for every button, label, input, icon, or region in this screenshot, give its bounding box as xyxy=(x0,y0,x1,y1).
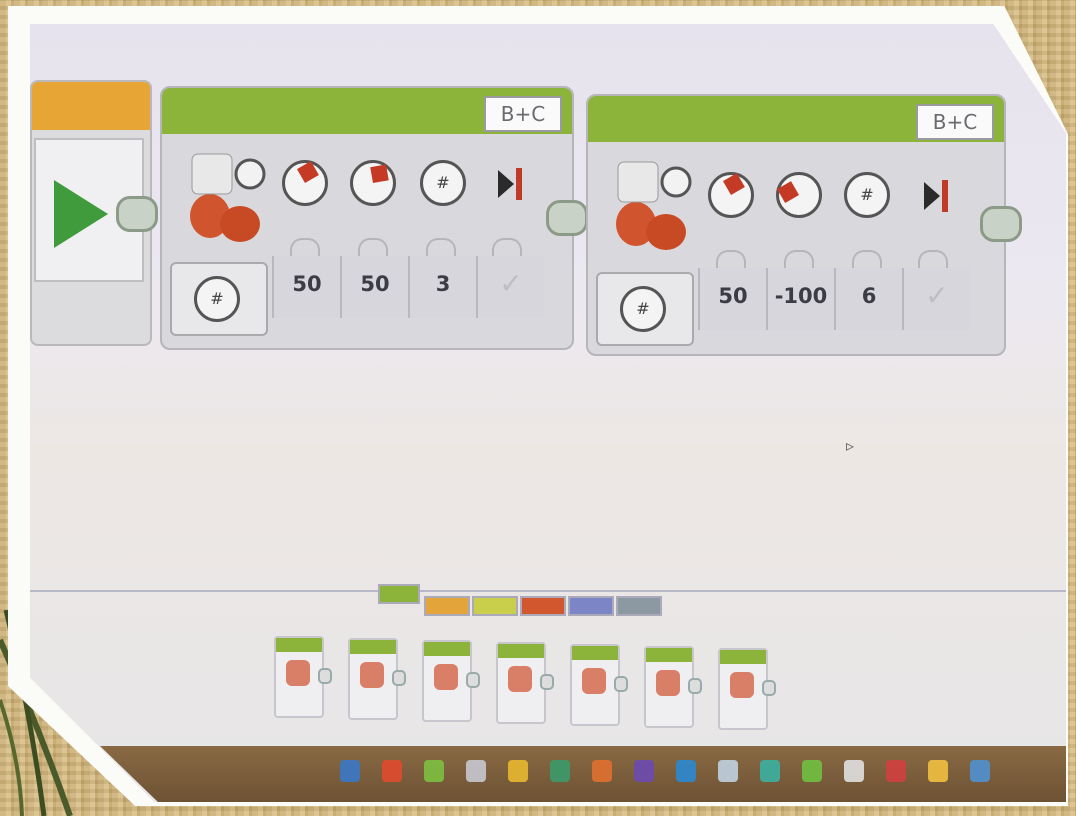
palette-block-move-steering[interactable] xyxy=(422,640,480,722)
taskbar-app-icon[interactable] xyxy=(718,760,738,782)
sequence-plug xyxy=(116,196,158,232)
taskbar-app-icon[interactable] xyxy=(970,760,990,782)
palette-block-brick-status-light[interactable] xyxy=(718,648,776,730)
taskbar-app-icon[interactable] xyxy=(886,760,906,782)
taskbar-app-icon[interactable] xyxy=(340,760,360,782)
palette-block-header xyxy=(646,648,692,662)
taskbar-app-icon[interactable] xyxy=(634,760,654,782)
input-tab xyxy=(716,250,746,268)
taskbar-app-icon[interactable] xyxy=(928,760,948,782)
palette-block-header xyxy=(350,640,396,654)
rotations-icon: # xyxy=(844,172,890,218)
brake-icon xyxy=(492,164,532,204)
palette-block-plug xyxy=(688,678,702,694)
input-tab xyxy=(290,238,320,256)
mouse-cursor-icon: ▹ xyxy=(846,436,855,455)
brick-status-light-icon xyxy=(730,672,754,698)
large-motor-icon xyxy=(190,153,266,242)
palette-block-header xyxy=(276,638,322,652)
palette-block-sound[interactable] xyxy=(644,646,702,728)
palette-tab-3[interactable] xyxy=(472,596,518,616)
palette-tab-6[interactable] xyxy=(616,596,662,616)
port-selector[interactable]: B+C xyxy=(916,104,994,140)
palette-block-plug xyxy=(392,670,406,686)
palette-block-header xyxy=(572,646,618,660)
input-tab xyxy=(358,238,388,256)
taskbar-app-icon[interactable] xyxy=(844,760,864,782)
right-power-input[interactable]: -100 xyxy=(766,268,834,330)
input-tab xyxy=(784,250,814,268)
medium-motor-icon xyxy=(286,660,310,686)
move-tank-block-2[interactable]: B+C # # 50 -100 6 ✓ xyxy=(586,94,1006,356)
large-motor-icon xyxy=(360,662,384,688)
rotations-mode-icon: # xyxy=(194,276,240,322)
palette-block-plug xyxy=(318,668,332,684)
sound-icon xyxy=(656,670,680,696)
palette-block-header xyxy=(720,650,766,664)
palette-tab-2[interactable] xyxy=(424,596,470,616)
taskbar-app-icon[interactable] xyxy=(802,760,822,782)
taskbar-app-icon[interactable] xyxy=(550,760,570,782)
taskbar-app-icon[interactable] xyxy=(508,760,528,782)
palette-block-header xyxy=(424,642,470,656)
port-selector[interactable]: B+C xyxy=(484,96,562,132)
left-power-input[interactable]: 50 xyxy=(272,256,340,318)
palette-divider xyxy=(30,590,1066,592)
windows-taskbar xyxy=(100,746,1066,802)
palette-tab-4[interactable] xyxy=(520,596,566,616)
play-icon[interactable] xyxy=(54,180,108,248)
taskbar-app-icon[interactable] xyxy=(382,760,402,782)
palette-block-move-tank[interactable] xyxy=(496,642,554,724)
input-tab xyxy=(918,250,948,268)
palette-block-header xyxy=(498,644,544,658)
rotations-input[interactable]: 6 xyxy=(834,268,902,330)
input-tab xyxy=(426,238,456,256)
palette-block-plug xyxy=(762,680,776,696)
left-power-input[interactable]: 50 xyxy=(698,268,766,330)
move-steering-icon xyxy=(434,664,458,690)
taskbar-app-icon[interactable] xyxy=(760,760,780,782)
taskbar-app-icon[interactable] xyxy=(676,760,696,782)
input-tab xyxy=(852,250,882,268)
start-block-cap xyxy=(32,82,150,130)
palette-block-medium-motor[interactable] xyxy=(274,636,332,718)
mode-selector[interactable]: # xyxy=(596,272,694,346)
move-tank-icon xyxy=(508,666,532,692)
sequence-plug xyxy=(546,200,588,236)
palette-tab-5[interactable] xyxy=(568,596,614,616)
display-icon xyxy=(582,668,606,694)
taskbar-app-icon[interactable] xyxy=(466,760,486,782)
large-motor-icon xyxy=(616,161,692,250)
palette-block-plug xyxy=(466,672,480,688)
taskbar-app-icon[interactable] xyxy=(424,760,444,782)
speed-right-icon xyxy=(776,172,822,218)
right-power-input[interactable]: 50 xyxy=(340,256,408,318)
rotations-input[interactable]: 3 xyxy=(408,256,476,318)
input-tab xyxy=(492,238,522,256)
rotations-icon: # xyxy=(420,160,466,206)
speed-left-icon xyxy=(282,160,328,206)
brake-icon xyxy=(918,176,958,216)
speed-left-icon xyxy=(708,172,754,218)
move-tank-block-1[interactable]: B+C # # 50 50 3 ✓ xyxy=(160,86,574,350)
palette-block-plug xyxy=(540,674,554,690)
sequence-plug-end xyxy=(980,206,1022,242)
palette-block-large-motor[interactable] xyxy=(348,638,406,720)
palette-block-plug xyxy=(614,676,628,692)
speed-right-icon xyxy=(350,160,396,206)
taskbar-app-icon[interactable] xyxy=(592,760,612,782)
brake-toggle[interactable]: ✓ xyxy=(476,256,544,318)
mode-selector[interactable]: # xyxy=(170,262,268,336)
brake-toggle[interactable]: ✓ xyxy=(902,268,970,330)
palette-tab-1[interactable] xyxy=(378,584,420,604)
rotations-mode-icon: # xyxy=(620,286,666,332)
palette-block-display[interactable] xyxy=(570,644,628,726)
